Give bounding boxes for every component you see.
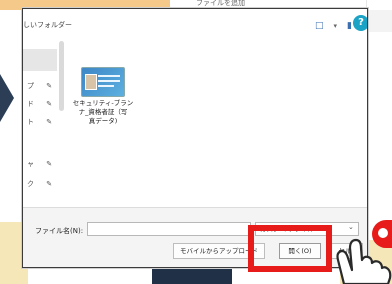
step-arrow-icon [0,74,14,122]
filename-label: ファイル名(N): [35,227,84,235]
new-folder-label[interactable]: しいフォルダー [23,20,72,30]
file-item[interactable]: セキュリティ-ブラン ナ_資格者証（写 真データ) [69,67,137,157]
pin-icon: ✎ [46,100,53,108]
add-file-snippet: ファイルを追加 [196,0,245,6]
filename-input[interactable] [87,222,251,236]
file-name-label: セキュリティ-ブラン ナ_資格者証（写 真データ) [72,99,134,125]
pin-icon: ✎ [46,82,53,90]
pin-icon: ✎ [46,180,53,188]
pin-icon: ✎ [46,160,53,168]
background-right-strip [366,10,392,32]
help-icon[interactable]: ? [353,15,367,31]
background-right-panel [366,0,392,240]
navigation-scrollbar[interactable] [59,41,64,111]
open-button-highlight [248,225,332,272]
quick-access-item[interactable]: ク ✎ [27,179,52,189]
pointing-hand-icon [336,238,392,284]
quick-access-item[interactable]: ド ✎ [27,99,52,109]
pin-icon: ✎ [46,118,53,126]
view-mode-icon[interactable]: □ [315,21,324,31]
quick-access-item[interactable]: ャ ✎ [27,159,52,169]
background-dark-bar [152,266,232,284]
view-dropdown-chevron-icon[interactable]: ▾ [334,22,338,30]
id-photo-icon [85,74,97,90]
quick-access-item[interactable]: プ ✎ [27,81,52,91]
chevron-down-icon[interactable]: ⌄ [348,223,354,231]
id-card-thumbnail [81,67,125,97]
quick-access-item[interactable]: ト ✎ [27,117,52,127]
navigation-selected-item[interactable] [23,49,57,71]
preview-pane-icon[interactable]: ▮ [347,21,352,31]
